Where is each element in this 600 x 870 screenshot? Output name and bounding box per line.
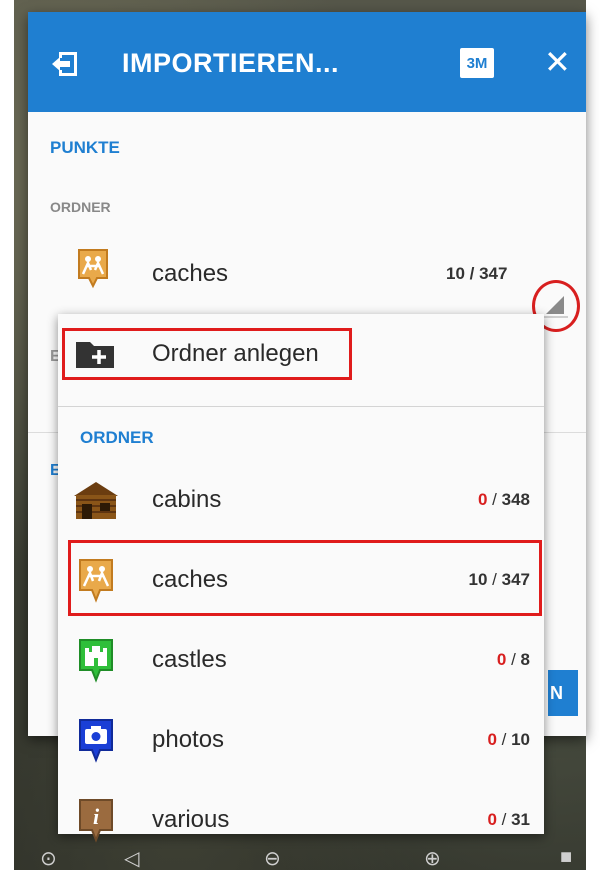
folder-dropdown-popup: Ordner anlegen ORDNER cabins 0 / 348 cac…	[58, 314, 544, 843]
import-button[interactable]: N	[548, 670, 578, 716]
folder-item-cabins[interactable]: cabins 0 / 348	[58, 460, 544, 540]
popup-section-title: ORDNER	[80, 428, 154, 447]
castle-icon	[79, 639, 113, 683]
new-folder-item[interactable]: Ordner anlegen	[58, 314, 544, 402]
caches-highlight	[68, 540, 542, 616]
folder-item-label: various	[152, 806, 230, 833]
bottom-bar-navigation-icon[interactable]: ◁	[124, 846, 139, 870]
section-title-points: PUNKTE	[50, 138, 120, 157]
sm-icon[interactable]: 3M	[460, 48, 494, 78]
screen-edge-left	[0, 0, 14, 870]
bottom-bar-zoom-out-icon[interactable]: ⊖	[264, 846, 281, 870]
bottom-bar-zoom-in-icon[interactable]: ⊕	[424, 846, 441, 870]
folder-item-count: 0 / 10	[487, 730, 530, 749]
dialog-title: IMPORTIEREN...	[122, 48, 340, 78]
folder-item-count: 0 / 31	[487, 810, 530, 829]
selected-folder-count: 10 / 347	[446, 264, 508, 283]
camera-icon	[79, 719, 113, 763]
bottom-bar-lock-icon[interactable]: ■	[560, 846, 572, 869]
new-folder-highlight	[62, 328, 352, 380]
cabin-icon	[74, 482, 118, 519]
selected-folder-name[interactable]: caches	[152, 260, 228, 288]
svg-text:i: i	[93, 804, 100, 829]
folder-item-photos[interactable]: photos 0 / 10	[58, 700, 544, 780]
folder-item-label: castles	[152, 646, 227, 673]
import-icon	[52, 52, 77, 76]
folder-item-castles[interactable]: castles 0 / 8	[58, 620, 544, 700]
dialog-header: IMPORTIEREN... 3M ✕	[28, 12, 586, 112]
popup-divider	[58, 406, 544, 407]
folder-item-count: 0 / 348	[477, 490, 530, 509]
folder-item-label: cabins	[152, 486, 222, 513]
folder-item-label: photos	[152, 726, 225, 753]
info-icon: i	[79, 799, 113, 843]
bottom-bar-location-icon[interactable]: ⊙	[40, 846, 57, 870]
screen-edge-right	[586, 0, 600, 870]
geocache-icon	[78, 249, 108, 289]
folder-label: ORDNER	[50, 199, 111, 215]
close-button[interactable]: ✕	[544, 44, 571, 80]
folder-item-count: 0 / 8	[496, 650, 530, 669]
